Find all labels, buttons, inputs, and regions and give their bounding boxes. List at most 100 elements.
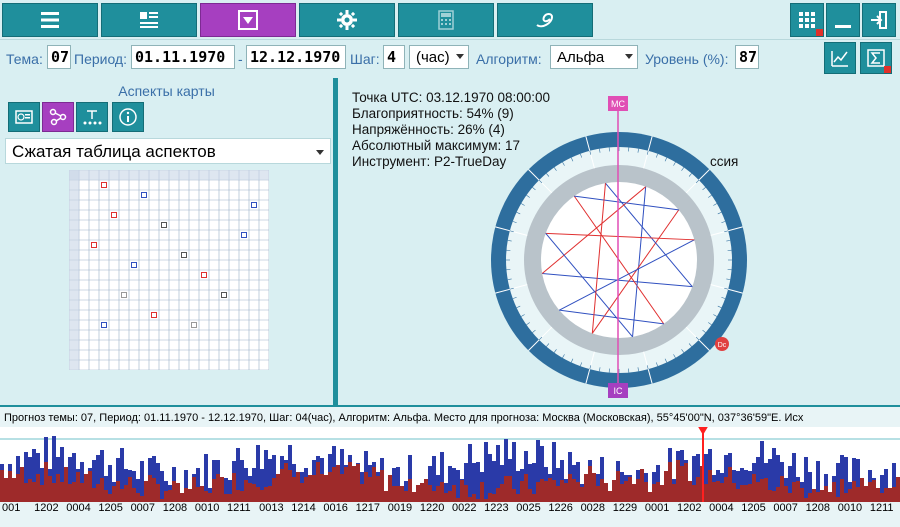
forecast-bar-negative: [188, 489, 192, 502]
forecast-bar-negative: [520, 481, 524, 502]
forecast-bar-negative: [752, 474, 756, 502]
forecast-bar-negative: [272, 478, 276, 502]
algorithm-select[interactable]: Альфа: [550, 45, 638, 69]
forecast-bar-negative: [792, 482, 796, 502]
ic-label: IC: [614, 386, 624, 396]
forecast-bar-negative: [308, 475, 312, 502]
calculator-button[interactable]: [398, 3, 494, 37]
grid-icon: [799, 12, 815, 28]
axis-tick-label: 1217: [355, 502, 381, 514]
list-clock-icon: [15, 110, 33, 124]
aspect-symbol: [121, 292, 127, 298]
settings-button[interactable]: [299, 3, 395, 37]
dropdown-box-button[interactable]: [200, 3, 296, 37]
forecast-bar-negative: [12, 478, 16, 502]
forecast-bar-negative: [96, 484, 100, 502]
aspects-tree-button[interactable]: [76, 102, 108, 132]
axis-tick-label: 1223: [484, 502, 509, 514]
forecast-bar-negative: [176, 483, 180, 502]
forecast-bar-negative: [548, 478, 552, 502]
forecast-bar-negative: [320, 474, 324, 502]
aspects-list-button[interactable]: [8, 102, 40, 132]
aspect-symbol: [151, 312, 157, 318]
forecast-bar-negative: [820, 490, 824, 502]
theme-field[interactable]: 07: [47, 45, 71, 69]
axis-tick-label: 0013: [259, 502, 284, 514]
aspect-symbol: [191, 322, 197, 328]
aspect-table-grid: [69, 170, 269, 370]
minimize-button[interactable]: [826, 3, 860, 37]
exit-button[interactable]: [862, 3, 896, 37]
period-from-field[interactable]: 01.11.1970: [131, 45, 235, 69]
forecast-bar-negative: [448, 491, 452, 502]
forecast-bar-negative: [380, 470, 384, 502]
grid-header-row: [69, 170, 269, 180]
level-field[interactable]: 87: [735, 45, 759, 69]
forecast-bar-negative: [84, 474, 88, 502]
axis-tick-label: 001: [2, 502, 21, 514]
forecast-bar-negative: [616, 471, 620, 502]
chart-panel: Точка UTC: 03.12.1970 08:00:00 Благоприя…: [338, 78, 900, 405]
forecast-bar-negative: [528, 489, 532, 502]
forecast-bar-negative: [488, 493, 492, 502]
forecast-bar-negative: [636, 479, 640, 502]
forecast-bar-positive: [456, 470, 460, 502]
forecast-bar-negative: [116, 481, 120, 502]
forecast-bar-negative: [680, 466, 684, 502]
forecast-bar-negative: [568, 474, 572, 502]
forecast-bar-negative: [388, 475, 392, 502]
forecast-bar-negative: [480, 482, 484, 502]
forecast-bar-negative: [428, 485, 432, 502]
forecast-bar-negative: [732, 483, 736, 502]
chart-edit-button[interactable]: [824, 42, 856, 74]
forecast-bar-negative: [544, 481, 548, 502]
forecast-bar-negative: [416, 485, 420, 502]
forecast-bar-negative: [68, 484, 72, 502]
forecast-bar-negative: [684, 463, 688, 502]
top-toolbar: [0, 0, 900, 40]
forecast-bar-negative: [720, 483, 724, 502]
forecast-bar-negative: [464, 485, 468, 502]
forecast-bar-positive: [836, 463, 840, 502]
forecast-bar-positive: [468, 444, 472, 502]
natal-chart-wheel[interactable]: MC IC Dc: [484, 92, 754, 402]
forecast-bar-negative: [60, 482, 64, 502]
axis-tick-label: 0028: [580, 502, 606, 514]
forecast-bar-negative: [100, 478, 104, 502]
step-unit-select[interactable]: (час): [409, 45, 469, 69]
table-type-select[interactable]: Сжатая таблица аспектов: [5, 138, 331, 164]
forecast-bar-negative: [0, 470, 4, 502]
forecast-bar-negative: [276, 474, 280, 502]
forecast-bar-negative: [32, 482, 36, 502]
forecast-bar-negative: [128, 477, 132, 502]
forecast-bar-negative: [648, 492, 652, 502]
forecast-bar-negative: [492, 494, 496, 502]
grid-button[interactable]: [790, 3, 824, 37]
forecast-bar-negative: [540, 479, 544, 502]
forecast-bar-negative: [816, 492, 820, 502]
info-button[interactable]: [112, 102, 144, 132]
forecast-bar-negative: [204, 491, 208, 502]
forecast-bar-negative: [24, 483, 28, 502]
calculator-icon: [438, 10, 454, 30]
gear-icon: [337, 10, 357, 30]
forecast-bar-negative: [44, 462, 48, 502]
forecast-bar-negative: [768, 490, 772, 502]
forecast-bar-negative: [324, 475, 328, 502]
period-to-field[interactable]: 12.12.1970: [246, 45, 346, 69]
list-button[interactable]: [101, 3, 197, 37]
forecast-bar-negative: [136, 493, 140, 502]
forecast-bar-negative: [400, 486, 404, 502]
forecast-bar-negative: [572, 479, 576, 502]
forecast-bar-negative: [56, 474, 60, 502]
step-field[interactable]: 4: [383, 45, 405, 69]
aspects-graph-button[interactable]: [42, 102, 74, 132]
theme-label: Тема:: [6, 51, 43, 67]
sum-button[interactable]: [860, 42, 892, 74]
axis-tick-label: 1205: [98, 502, 123, 514]
logo-button[interactable]: [497, 3, 593, 37]
menu-button[interactable]: [2, 3, 98, 37]
period-separator: -: [238, 51, 243, 67]
forecast-bar-negative: [536, 482, 540, 502]
axis-tick-label: 0007: [130, 502, 156, 514]
